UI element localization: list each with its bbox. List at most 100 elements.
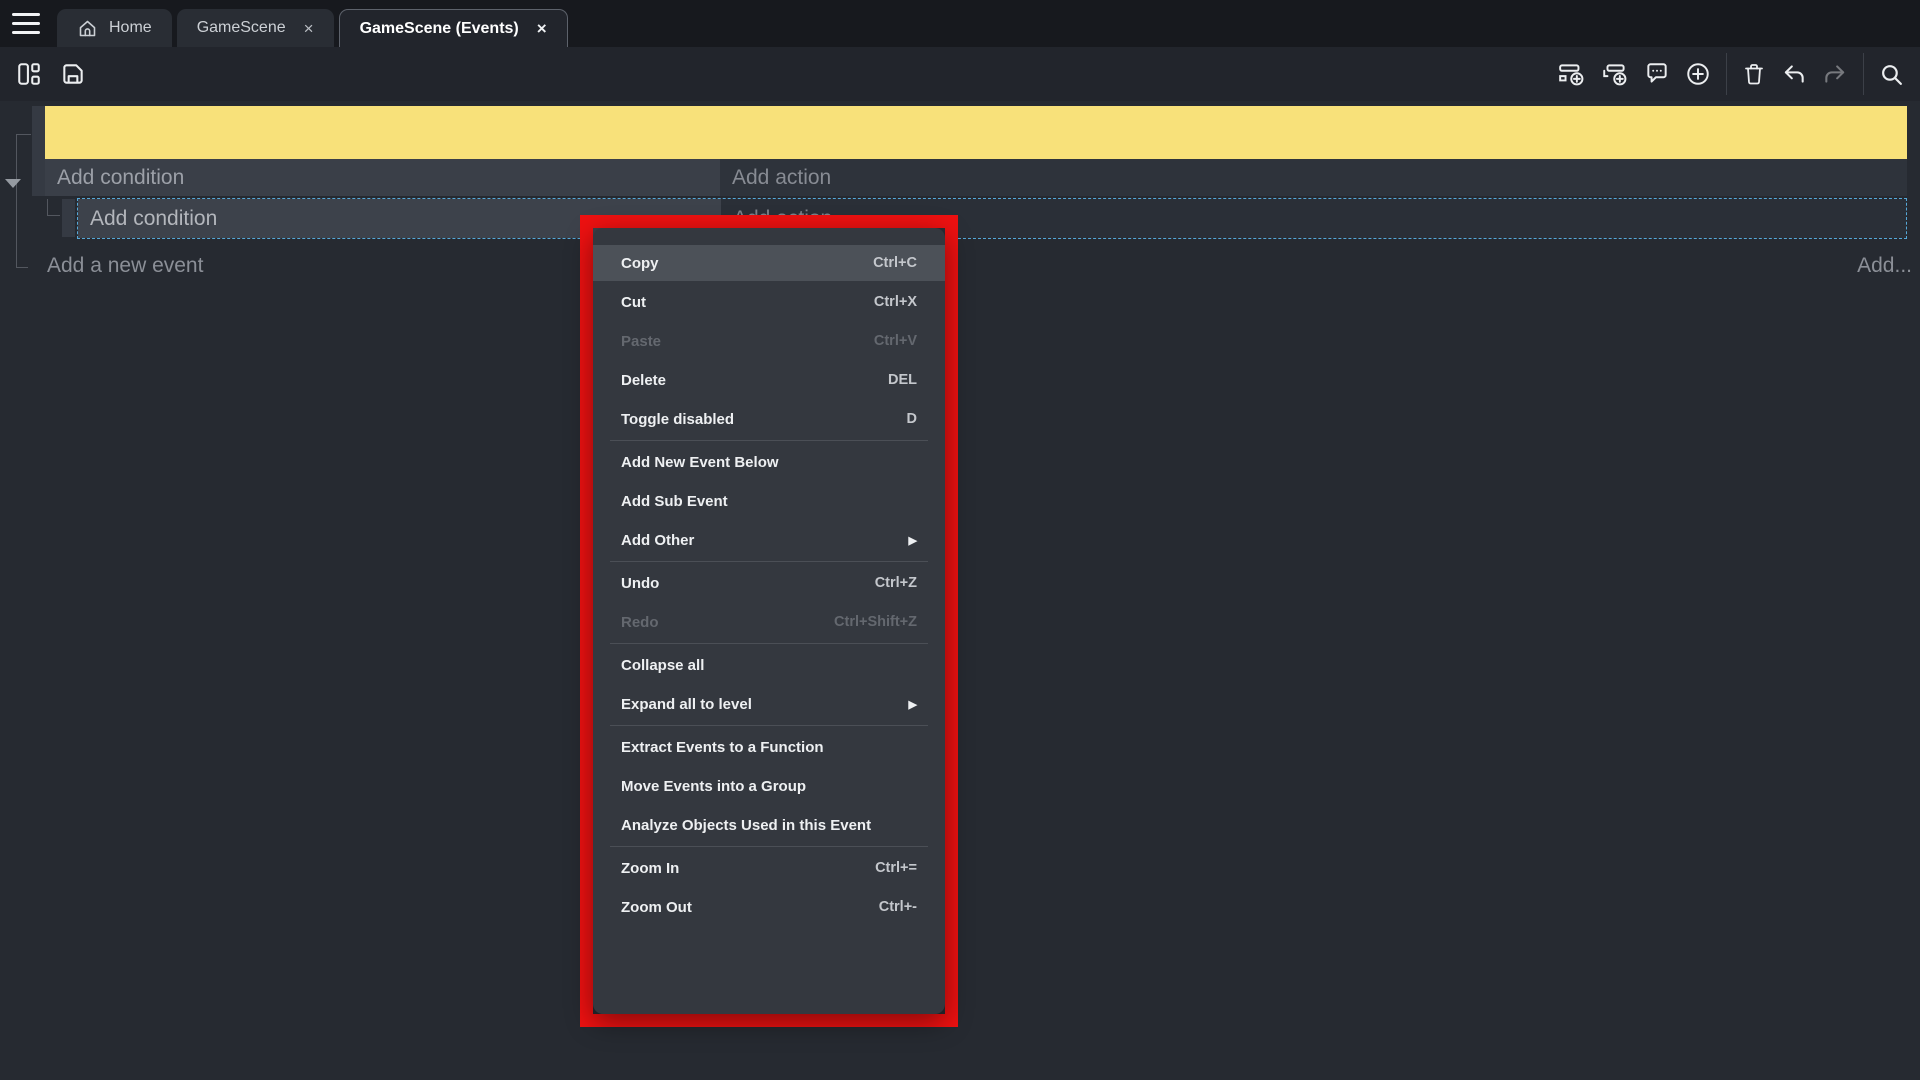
add-ellipsis-label[interactable]: Add...: [1857, 254, 1912, 278]
menu-item-add-sub-event[interactable]: Add Sub Event: [593, 483, 945, 519]
add-sub-event-button[interactable]: [1601, 61, 1629, 87]
menu-item-label: Expand all to level: [621, 696, 752, 713]
redo-button[interactable]: [1822, 61, 1848, 87]
menu-separator: [610, 846, 928, 847]
close-icon[interactable]: ×: [537, 20, 547, 37]
menu-item-label: Redo: [621, 614, 659, 631]
menu-item-copy[interactable]: Copy Ctrl+C: [593, 245, 945, 281]
menu-item-delete[interactable]: Delete DEL: [593, 362, 945, 398]
menu-item-add-other[interactable]: Add Other ▶: [593, 522, 945, 558]
menu-item-label: Collapse all: [621, 657, 704, 674]
close-icon[interactable]: ×: [304, 20, 314, 37]
menu-item-shortcut: Ctrl+=: [875, 860, 917, 876]
tree-line: [16, 134, 17, 268]
search-button[interactable]: [1879, 62, 1904, 87]
menu-item-label: Copy: [621, 255, 659, 272]
tab-gamescene-events[interactable]: GameScene (Events) ×: [339, 9, 568, 47]
event-comment-block[interactable]: [45, 106, 1907, 159]
add-event-button[interactable]: [1558, 61, 1586, 87]
menu-item-label: Undo: [621, 575, 659, 592]
add-action-button[interactable]: Add action: [720, 159, 1907, 196]
toolbar-right-group: [1558, 47, 1904, 101]
events-sheet: Add condition Add action Add condition A…: [0, 101, 1920, 1080]
menu-item-paste[interactable]: Paste Ctrl+V: [593, 323, 945, 359]
toolbar-left-group: [16, 47, 86, 101]
menu-item-extract-events-to-function[interactable]: Extract Events to a Function: [593, 729, 945, 765]
tab-strip: Home GameScene × GameScene (Events) ×: [57, 9, 573, 47]
menu-item-collapse-all[interactable]: Collapse all: [593, 647, 945, 683]
menu-item-shortcut: Ctrl+C: [873, 255, 917, 271]
menu-item-label: Analyze Objects Used in this Event: [621, 817, 871, 834]
menu-item-label: Extract Events to a Function: [621, 739, 824, 756]
add-new-event-button[interactable]: Add a new event: [47, 254, 203, 278]
add-condition-label: Add condition: [57, 166, 184, 190]
toggle-panels-button[interactable]: [16, 61, 42, 87]
add-event-icon: [1558, 61, 1586, 87]
menu-item-shortcut: Ctrl+V: [874, 333, 917, 349]
tree-line: [16, 134, 31, 135]
tab-label: GameScene (Events): [360, 20, 519, 38]
add-condition-button[interactable]: Add condition: [45, 159, 720, 196]
event-gutter[interactable]: [32, 106, 45, 196]
tab-gamescene[interactable]: GameScene ×: [177, 9, 334, 47]
menu-item-shortcut: Ctrl+-: [879, 899, 917, 915]
add-condition-label: Add condition: [90, 207, 217, 231]
menu-item-zoom-in[interactable]: Zoom In Ctrl+=: [593, 850, 945, 886]
add-sub-event-icon: [1601, 61, 1629, 87]
menu-item-toggle-disabled[interactable]: Toggle disabled D: [593, 401, 945, 437]
submenu-arrow-icon: ▶: [909, 698, 917, 711]
comment-icon: [1644, 61, 1670, 87]
redo-icon: [1822, 61, 1848, 87]
menu-item-move-events-into-group[interactable]: Move Events into a Group: [593, 768, 945, 804]
menu-item-label: Delete: [621, 372, 666, 389]
tab-label: GameScene: [197, 19, 286, 37]
menu-item-label: Add Other: [621, 532, 694, 549]
sub-event-gutter[interactable]: [62, 199, 75, 237]
menu-separator: [610, 725, 928, 726]
search-icon: [1879, 62, 1904, 87]
save-icon: [60, 61, 86, 87]
tree-line: [47, 215, 60, 216]
menu-item-cut[interactable]: Cut Ctrl+X: [593, 284, 945, 320]
menu-item-expand-all-to-level[interactable]: Expand all to level ▶: [593, 686, 945, 722]
menu-item-redo[interactable]: Redo Ctrl+Shift+Z: [593, 604, 945, 640]
tree-line: [16, 267, 28, 268]
submenu-arrow-icon: ▶: [909, 534, 917, 547]
menu-item-zoom-out[interactable]: Zoom Out Ctrl+-: [593, 889, 945, 925]
add-comment-button[interactable]: [1644, 61, 1670, 87]
panels-icon: [16, 61, 42, 87]
tab-label: Home: [109, 19, 152, 37]
delete-button[interactable]: [1742, 61, 1766, 87]
trash-icon: [1742, 61, 1766, 87]
menu-item-shortcut: Ctrl+Shift+Z: [834, 614, 917, 630]
menu-separator: [610, 561, 928, 562]
tab-bar: Home GameScene × GameScene (Events) ×: [0, 0, 1920, 47]
menu-item-label: Add New Event Below: [621, 454, 779, 471]
undo-icon: [1781, 61, 1807, 87]
selected-sub-event-row: Add condition Add action: [77, 198, 1907, 239]
menu-separator: [610, 643, 928, 644]
undo-button[interactable]: [1781, 61, 1807, 87]
toolbar-divider: [1726, 53, 1727, 95]
toolbar-divider: [1863, 53, 1864, 95]
home-icon: [77, 18, 98, 39]
menu-item-label: Cut: [621, 294, 646, 311]
event-row: Add condition Add action: [45, 159, 1907, 196]
red-highlight-frame: Copy Ctrl+C Cut Ctrl+X Paste Ctrl+V Dele…: [580, 215, 958, 1027]
main-menu-icon[interactable]: [12, 13, 40, 34]
menu-item-undo[interactable]: Undo Ctrl+Z: [593, 565, 945, 601]
menu-item-shortcut: D: [907, 411, 917, 427]
menu-item-shortcut: Ctrl+X: [874, 294, 917, 310]
save-button[interactable]: [60, 61, 86, 87]
add-other-button[interactable]: [1685, 61, 1711, 87]
menu-item-label: Move Events into a Group: [621, 778, 806, 795]
menu-separator: [610, 440, 928, 441]
menu-item-analyze-objects[interactable]: Analyze Objects Used in this Event: [593, 807, 945, 843]
tab-home[interactable]: Home: [57, 9, 172, 47]
menu-item-shortcut: Ctrl+Z: [875, 575, 917, 591]
menu-item-shortcut: DEL: [888, 372, 917, 388]
menu-item-label: Zoom In: [621, 860, 679, 877]
collapse-event-icon[interactable]: [5, 179, 21, 188]
menu-item-add-new-event-below[interactable]: Add New Event Below: [593, 444, 945, 480]
menu-item-label: Zoom Out: [621, 899, 692, 916]
